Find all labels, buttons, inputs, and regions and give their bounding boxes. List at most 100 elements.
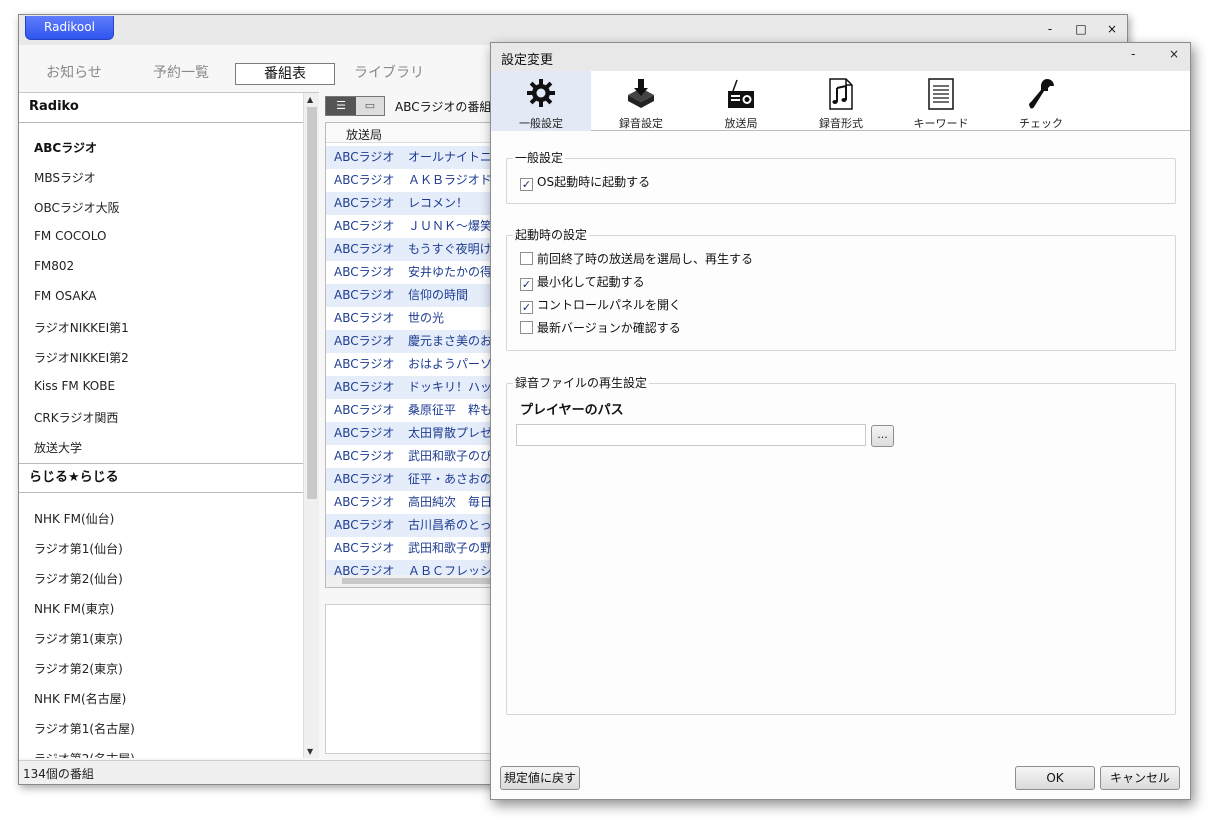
browse-button[interactable]: ...	[871, 425, 894, 447]
check-latest-version-checkbox[interactable]	[520, 321, 533, 334]
open-control-panel-checkbox[interactable]: ✓	[520, 301, 533, 314]
start-minimized-checkbox[interactable]: ✓	[520, 278, 533, 291]
tab-reservations[interactable]: 予約一覧	[141, 63, 221, 85]
table-row[interactable]: ABCラジオ 武田和歌子のぴ	[326, 445, 508, 468]
app-menu-button[interactable]: Radikool	[25, 16, 114, 40]
start-on-os-boot-checkbox[interactable]: ✓	[520, 178, 533, 191]
row-program: レコメン！	[408, 196, 469, 210]
view-toggle: ☰ ▭	[325, 96, 385, 116]
ok-button[interactable]: OK	[1015, 766, 1095, 790]
group-header-radiko[interactable]: Radiko	[19, 93, 303, 123]
tile-view-icon[interactable]: ▭	[356, 97, 384, 115]
station-item[interactable]: ラジオ第2(東京)	[34, 660, 123, 677]
station-item[interactable]: FM802	[34, 259, 74, 273]
scroll-up-icon[interactable]: ▲	[307, 95, 313, 104]
table-row[interactable]: ABCラジオ 信仰の時間	[326, 284, 508, 307]
minimize-button[interactable]: -	[1039, 20, 1061, 38]
station-item[interactable]: ラジオ第2(仙台)	[34, 570, 123, 587]
tab-stations[interactable]: 放送局	[691, 71, 791, 131]
gear-icon	[527, 79, 555, 107]
settings-dialog: 設定変更 - × 一般設定 録音設定 放送局 録音形式 キーワード チェック 一…	[490, 42, 1191, 800]
scroll-down-icon[interactable]: ▼	[307, 747, 313, 756]
maximize-button[interactable]: □	[1070, 20, 1092, 38]
dialog-minimize-button[interactable]: -	[1131, 47, 1135, 61]
check-latest-version-option[interactable]: 最新バージョンか確認する	[520, 319, 681, 336]
station-item[interactable]: ABCラジオ	[34, 139, 97, 156]
row-program: 武田和歌子の野	[408, 541, 493, 555]
station-item[interactable]: OBCラジオ大阪	[34, 199, 120, 216]
player-path-input[interactable]	[516, 424, 866, 446]
row-program: 慶元まさ美のお	[408, 334, 493, 348]
program-detail-area	[325, 604, 509, 754]
station-item[interactable]: MBSラジオ	[34, 169, 96, 186]
station-item[interactable]: ラジオNIKKEI第2	[34, 349, 129, 366]
tab-check[interactable]: チェック	[991, 71, 1091, 131]
station-item[interactable]: ラジオ第1(名古屋)	[34, 720, 135, 737]
reset-defaults-button[interactable]: 規定値に戻す	[500, 766, 580, 790]
station-item[interactable]: CRKラジオ関西	[34, 409, 118, 426]
station-item[interactable]: ラジオ第2(名古屋)	[34, 750, 135, 758]
close-button[interactable]: ×	[1101, 20, 1123, 38]
group-header-radiru[interactable]: らじる★らじる	[19, 463, 303, 493]
station-item[interactable]: FM COCOLO	[34, 229, 106, 243]
table-row[interactable]: ABCラジオ 世の光	[326, 307, 508, 330]
table-row[interactable]: ABCラジオ 太田胃散プレゼ	[326, 422, 508, 445]
tab-label: 録音設定	[619, 117, 663, 130]
tab-label: キーワード	[913, 117, 969, 130]
station-item[interactable]: ラジオ第1(仙台)	[34, 540, 123, 557]
station-item[interactable]: NHK FM(仙台)	[34, 510, 114, 527]
grid-horizontal-scrollbar[interactable]	[326, 575, 508, 587]
row-station: ABCラジオ	[334, 495, 395, 509]
row-program: ＡＫＢラジオド	[408, 173, 492, 187]
restore-last-station-checkbox[interactable]	[520, 252, 533, 265]
scrollbar-thumb[interactable]	[307, 107, 317, 499]
dialog-titlebar: 設定変更 - ×	[491, 43, 1190, 71]
table-row[interactable]: ABCラジオ 古川昌希のとっ	[326, 514, 508, 537]
tab-keywords[interactable]: キーワード	[891, 71, 991, 131]
document-icon	[928, 78, 954, 110]
table-row[interactable]: ABCラジオ ＡＫＢラジオド	[326, 169, 508, 192]
dialog-close-button[interactable]: ×	[1169, 47, 1179, 61]
table-row[interactable]: ABCラジオ ＪＵＮＫ～爆笑	[326, 215, 508, 238]
table-row[interactable]: ABCラジオ 桑原征平 粋も	[326, 399, 508, 422]
table-row[interactable]: ABCラジオ ドッキリ！ハッ	[326, 376, 508, 399]
table-row[interactable]: ABCラジオ レコメン！	[326, 192, 508, 215]
table-row[interactable]: ABCラジオ おはようパーソ	[326, 353, 508, 376]
station-item[interactable]: NHK FM(東京)	[34, 600, 114, 617]
start-minimized-option[interactable]: ✓ 最小化して起動する	[520, 273, 645, 291]
station-item[interactable]: Kiss FM KOBE	[34, 379, 115, 393]
tab-library[interactable]: ライブラリ	[349, 63, 429, 85]
checkbox-label: 前回終了時の放送局を選局し、再生する	[537, 252, 754, 266]
table-row[interactable]: ABCラジオ オールナイトニ	[326, 146, 508, 169]
station-item[interactable]: FM OSAKA	[34, 289, 96, 303]
row-program: ドッキリ！ハッ	[408, 380, 493, 394]
station-item[interactable]: NHK FM(名古屋)	[34, 690, 126, 707]
table-row[interactable]: ABCラジオ 武田和歌子の野	[326, 537, 508, 560]
sidebar-scrollbar[interactable]: ▲ ▼	[303, 93, 319, 758]
tab-recording-format[interactable]: 録音形式	[791, 71, 891, 131]
table-row[interactable]: ABCラジオ 高田純次 毎日	[326, 491, 508, 514]
station-item[interactable]: 放送大学	[34, 439, 82, 456]
tab-news[interactable]: お知らせ	[39, 63, 109, 85]
column-header-station[interactable]: 放送局	[346, 126, 382, 143]
start-on-os-boot-option[interactable]: ✓ OS起動時に起動する	[520, 173, 650, 191]
table-row[interactable]: ABCラジオ 安井ゆたかの得	[326, 261, 508, 284]
tab-general-settings[interactable]: 一般設定	[491, 71, 591, 131]
tab-program-guide[interactable]: 番組表	[235, 63, 335, 85]
dialog-title: 設定変更	[501, 53, 554, 68]
cancel-button[interactable]: キャンセル	[1100, 766, 1180, 790]
table-row[interactable]: ABCラジオ もうすぐ夜明け	[326, 238, 508, 261]
row-program: 太田胃散プレゼ	[408, 426, 493, 440]
scrollbar-thumb[interactable]	[342, 578, 502, 584]
station-item[interactable]: ラジオ第1(東京)	[34, 630, 123, 647]
open-control-panel-option[interactable]: ✓ コントロールパネルを開く	[520, 296, 681, 314]
station-item[interactable]: ラジオNIKKEI第1	[34, 319, 129, 336]
tab-recording-settings[interactable]: 録音設定	[591, 71, 691, 131]
restore-last-station-option[interactable]: 前回終了時の放送局を選局し、再生する	[520, 250, 753, 267]
program-count: 134個の番組	[23, 767, 94, 781]
table-row[interactable]: ABCラジオ 慶元まさ美のお	[326, 330, 508, 353]
row-program: 征平・あさおの	[408, 472, 493, 486]
list-view-icon[interactable]: ☰	[326, 97, 356, 115]
table-row[interactable]: ABCラジオ 征平・あさおの	[326, 468, 508, 491]
row-program: 安井ゆたかの得	[408, 265, 493, 279]
